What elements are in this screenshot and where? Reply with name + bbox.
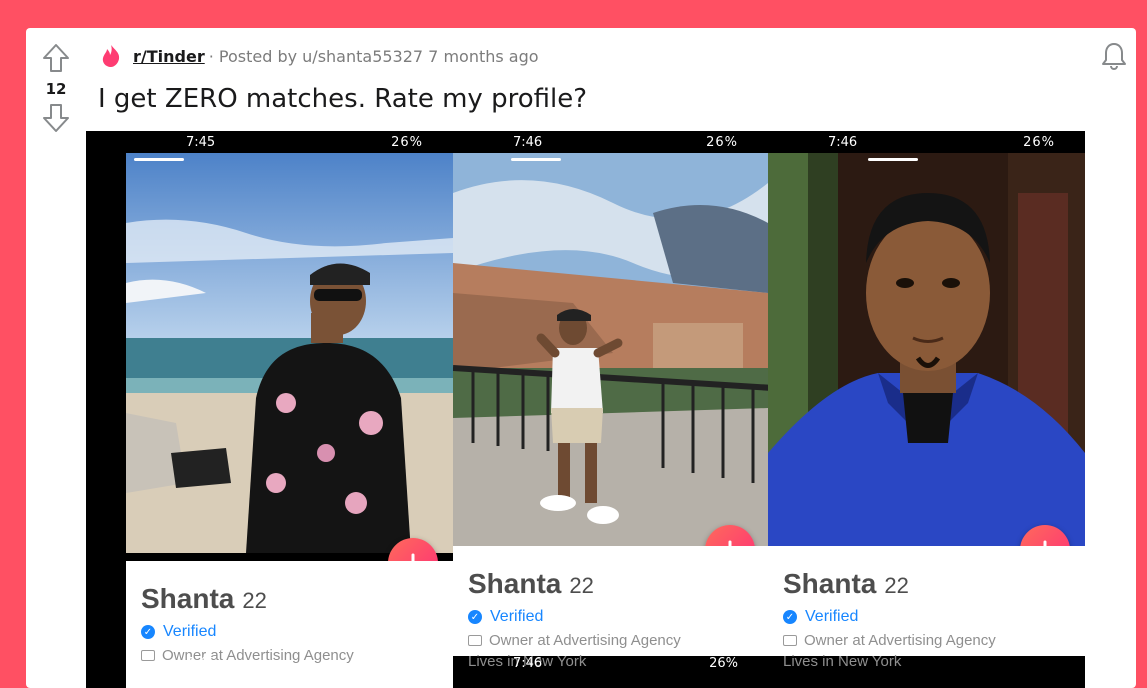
job-label: Owner at Advertising Agency <box>804 632 996 649</box>
status-battery: 26% <box>391 134 423 150</box>
job-label: Owner at Advertising Agency <box>489 632 681 649</box>
profile-info: Shanta 22 ✓ Verified Owner at Advertisin… <box>768 546 1085 670</box>
profile-screenshot: 7:46 26% Shanta 22 ✓ Verified Owner at A… <box>453 131 768 688</box>
verified-label: Verified <box>805 608 859 625</box>
vote-column: 12 <box>36 42 76 134</box>
status-bar: 7:46 26% <box>453 131 768 153</box>
profile-age: 22 <box>569 573 594 598</box>
status-battery: 26% <box>394 655 423 671</box>
verified-check-icon: ✓ <box>468 610 482 624</box>
profile-photo <box>768 153 1085 548</box>
verified-badge: ✓ Verified <box>141 623 438 641</box>
status-bar: 7:46 26% <box>768 131 1085 153</box>
status-time: 7:46 <box>513 134 543 150</box>
profile-job: Owner at Advertising Agency <box>783 632 1070 649</box>
profile-name: Shanta <box>141 583 235 614</box>
vote-count: 12 <box>45 80 67 98</box>
status-time: 7:45 <box>186 134 216 150</box>
status-time: 7:46 <box>513 655 543 671</box>
status-bar: 7:46 26% <box>453 653 768 673</box>
profile-location: Lives in New York <box>783 653 1070 670</box>
post-meta: r/Tinder · Posted by u/shanta55327 7 mon… <box>98 42 539 70</box>
verified-label: Verified <box>163 623 217 640</box>
profile-age: 22 <box>242 588 267 613</box>
profile-info: Shanta 22 ✓ Verified Owner at Advertisin… <box>453 546 768 670</box>
profile-photo <box>126 153 453 553</box>
profile-photo <box>453 153 768 548</box>
verified-badge: ✓ Verified <box>783 608 1070 626</box>
status-battery: 26% <box>1023 134 1055 150</box>
bell-icon[interactable] <box>1098 40 1130 72</box>
verified-check-icon: ✓ <box>783 610 797 624</box>
status-battery: 26% <box>709 655 738 671</box>
profile-name: Shanta <box>468 568 562 599</box>
location-label: Lives in New York <box>783 653 902 670</box>
verified-label: Verified <box>490 608 544 625</box>
photo-progress-bar <box>868 158 918 161</box>
post-image[interactable]: 7:45 26% Shanta 22 ✓ Verified Owner at A… <box>86 131 1085 688</box>
briefcase-icon <box>783 635 797 646</box>
photo-progress-bar <box>134 158 184 161</box>
subreddit-link[interactable]: r/Tinder <box>133 47 205 66</box>
profile-age: 22 <box>884 573 909 598</box>
profile-name: Shanta <box>783 568 877 599</box>
status-time: 7:46 <box>828 134 858 150</box>
post-title[interactable]: I get ZERO matches. Rate my profile? <box>98 84 587 114</box>
status-battery: 26% <box>706 134 738 150</box>
verified-check-icon: ✓ <box>141 625 155 639</box>
profile-screenshot: 7:46 26% Shanta 22 ✓ Verified Owner at A… <box>768 131 1085 688</box>
briefcase-icon <box>468 635 482 646</box>
status-bar: 7:45 26% <box>126 131 453 153</box>
status-time: 7:46 <box>186 655 216 671</box>
status-bar: 7:46 26% <box>126 653 453 673</box>
downvote-icon[interactable] <box>40 102 72 134</box>
upvote-icon[interactable] <box>40 42 72 74</box>
photo-progress-bar <box>511 158 561 161</box>
posted-by: · Posted by u/shanta55327 7 months ago <box>208 46 539 66</box>
profile-job: Owner at Advertising Agency <box>468 632 753 649</box>
profile-screenshot: 7:45 26% Shanta 22 ✓ Verified Owner at A… <box>126 131 453 688</box>
post-card[interactable]: 12 r/Tinder · Posted by u/shanta55327 7 … <box>26 28 1136 688</box>
verified-badge: ✓ Verified <box>468 608 753 626</box>
tinder-flame-icon[interactable] <box>98 43 124 69</box>
